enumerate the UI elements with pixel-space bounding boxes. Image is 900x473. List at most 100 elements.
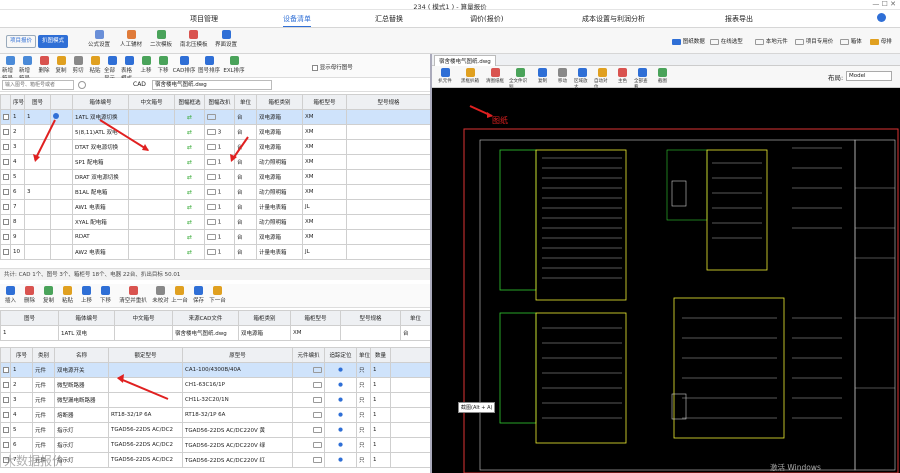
frame-select-icon[interactable]: ⇄ xyxy=(187,204,192,211)
cad-toolbar-button-2[interactable]: 清图纸框 xyxy=(484,68,506,90)
frame-select-icon[interactable]: ⇄ xyxy=(187,144,192,151)
frame-edit-icon[interactable] xyxy=(207,233,216,240)
part-cell-6[interactable]: ● xyxy=(324,392,357,408)
info-cell-4[interactable]: 双电源箱 xyxy=(238,325,291,341)
row-checkbox-cell[interactable] xyxy=(0,407,11,423)
cad-toolbar-button-5[interactable]: 移动 xyxy=(554,68,571,90)
menu-pricing[interactable]: 调价(报价) xyxy=(470,14,503,24)
cell-5[interactable]: ⇄ xyxy=(174,244,205,260)
frame-select-icon[interactable]: ⇄ xyxy=(187,189,192,196)
table-row[interactable]: 1 元件 双电源开关 CA1-100/4300B/40A ● 只 1 xyxy=(0,362,430,378)
toolbar2-button-10[interactable]: 下一台 xyxy=(209,286,226,304)
row-checkbox-cell[interactable] xyxy=(0,154,11,170)
cell-5[interactable]: ⇄ xyxy=(174,229,205,245)
menu-project[interactable]: 项目管理 xyxy=(190,14,218,24)
drawing-data-button[interactable]: 图纸数据 xyxy=(672,37,705,45)
frame-select-icon[interactable]: ⇄ xyxy=(187,159,192,166)
cabinet-button[interactable]: 箱体 xyxy=(840,37,862,45)
info-cell-1[interactable]: 1ATL 双电 xyxy=(58,325,115,341)
row-checkbox-cell[interactable] xyxy=(0,184,11,200)
toolbar2-button-3[interactable]: 粘贴 xyxy=(59,286,76,304)
frame-select-icon[interactable]: ⇄ xyxy=(187,114,192,121)
info-cell-5[interactable]: XM xyxy=(290,325,341,341)
row-checkbox[interactable] xyxy=(3,158,9,165)
frame-edit-icon[interactable] xyxy=(207,128,216,135)
part-cell-5[interactable] xyxy=(292,362,325,378)
search-icon[interactable] xyxy=(78,81,86,89)
part-cell-6[interactable]: ● xyxy=(324,422,357,438)
cell-5[interactable]: ⇄ xyxy=(174,169,205,185)
pressure-template-button[interactable]: 南北压模板 xyxy=(180,30,208,48)
frame-edit-icon[interactable] xyxy=(207,113,216,120)
part-edit-icon[interactable] xyxy=(313,411,322,418)
cad-file-select[interactable]: 宿舍楼电气图纸.dwg xyxy=(152,80,272,90)
toolbar2-button-8[interactable]: 上一台 xyxy=(171,286,188,304)
menu-equipment-list[interactable]: 设备清单 xyxy=(283,14,311,27)
row-checkbox[interactable] xyxy=(3,173,9,180)
cad-toolbar-button-6[interactable]: 区域放大 xyxy=(574,68,591,90)
row-checkbox[interactable] xyxy=(3,218,9,225)
cell-6[interactable]: 1 xyxy=(204,229,235,245)
frame-edit-icon[interactable] xyxy=(207,188,216,195)
part-edit-icon[interactable] xyxy=(313,396,322,403)
cell-6[interactable]: 1 xyxy=(204,139,235,155)
table-row[interactable]: 4 SP1 配电箱 ⇄ 1 台动力照明箱 XM xyxy=(0,154,430,170)
row-checkbox[interactable] xyxy=(3,366,9,373)
table-row[interactable]: 3 DTAT 双电源切换 ⇄ 1 台双电源箱 XM xyxy=(0,139,430,155)
menu-cost[interactable]: 成本设置与利润分析 xyxy=(582,14,645,24)
layout-select[interactable]: Model xyxy=(846,71,892,81)
cad-drawing[interactable]: 图纸 xyxy=(432,88,900,473)
cell-5[interactable]: ⇄ xyxy=(174,124,205,140)
toolbar2-button-2[interactable]: 复制 xyxy=(40,286,57,304)
cad-toolbar-button-10[interactable]: 截图 xyxy=(654,68,671,90)
help-icon[interactable] xyxy=(877,13,886,22)
cad-toolbar-button-4[interactable]: 复制 xyxy=(534,68,551,90)
part-cell-5[interactable] xyxy=(292,422,325,438)
toolbar2-button-7[interactable]: 未校对 xyxy=(152,286,169,304)
cad-toolbar-button-3[interactable]: 全文件识别 xyxy=(509,68,531,90)
part-cell-5[interactable] xyxy=(292,377,325,393)
locate-pin-icon[interactable]: ● xyxy=(338,382,343,388)
toolbar2-button-4[interactable]: 上移 xyxy=(78,286,95,304)
part-cell-5[interactable] xyxy=(292,392,325,408)
part-cell-6[interactable]: ● xyxy=(324,407,357,423)
row-checkbox-cell[interactable] xyxy=(0,362,11,378)
toolbar2-button-6[interactable]: 清空并重扒 xyxy=(116,286,150,304)
project-price-button[interactable]: 项目专用价 xyxy=(795,37,833,45)
cell-6[interactable] xyxy=(204,109,235,125)
row-checkbox-cell[interactable] xyxy=(0,229,11,245)
table-row[interactable]: 1 1 1ATL 双电源切换 ⇄ 台双电源箱 XM xyxy=(0,109,430,125)
part-cell-5[interactable] xyxy=(292,452,325,468)
table-row[interactable]: 5 DRAT 双电源切换 ⇄ 1 台双电源箱 XM xyxy=(0,169,430,185)
part-edit-icon[interactable] xyxy=(313,456,322,463)
select-all-header[interactable] xyxy=(0,94,11,110)
secondary-template-button[interactable]: 二次模板 xyxy=(150,30,172,48)
info-cell-7[interactable]: 台 xyxy=(400,325,430,341)
table-row[interactable]: 6 3 B1AL 配电箱 ⇄ 1 台动力照明箱 XM xyxy=(0,184,430,200)
info-icon[interactable] xyxy=(53,113,59,119)
ui-settings-button[interactable]: 界面设置 xyxy=(215,30,237,48)
formula-settings-button[interactable]: 公式设置 xyxy=(88,30,110,48)
frame-select-icon[interactable]: ⇄ xyxy=(187,219,192,226)
part-edit-icon[interactable] xyxy=(313,381,322,388)
cad-toolbar-button-0[interactable]: 扒元件 xyxy=(434,68,456,90)
table-row[interactable]: 7 元件 指示灯 TGAD56-22DS AC/DC2 TGAD56-22DS AC/D… xyxy=(0,452,430,468)
frame-edit-icon[interactable] xyxy=(207,248,216,255)
row-checkbox[interactable] xyxy=(3,188,9,195)
search-input[interactable] xyxy=(2,80,74,90)
table-row[interactable]: 5 元件 指示灯 TGAD56-22DS AC/DC2 TGAD56-22DS AC/D… xyxy=(0,422,430,438)
part-edit-icon[interactable] xyxy=(313,366,322,373)
table-row[interactable]: 9 RDAT ⇄ 1 台双电源箱 XM xyxy=(0,229,430,245)
toolbar2-button-9[interactable]: 保存 xyxy=(190,286,207,304)
row-checkbox-cell[interactable] xyxy=(0,392,11,408)
info-cell-2[interactable] xyxy=(114,325,173,341)
table-row[interactable]: 10 AW2 电表箱 ⇄ 1 台计量电表箱 JL xyxy=(0,244,430,260)
row-checkbox-cell[interactable] xyxy=(0,214,11,230)
cad-toolbar-button-8[interactable]: 主色 xyxy=(614,68,631,90)
part-edit-icon[interactable] xyxy=(313,426,322,433)
frame-edit-icon[interactable] xyxy=(207,218,216,225)
part-edit-icon[interactable] xyxy=(313,441,322,448)
row-checkbox[interactable] xyxy=(3,143,9,150)
frame-select-icon[interactable]: ⇄ xyxy=(187,234,192,241)
frame-edit-icon[interactable] xyxy=(207,143,216,150)
